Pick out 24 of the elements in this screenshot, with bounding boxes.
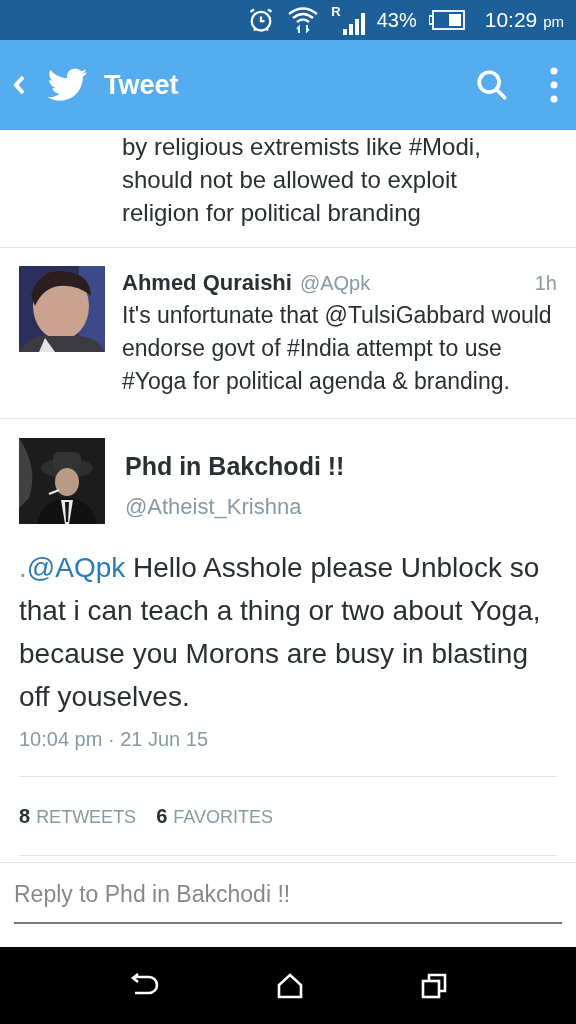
clock: 10:29 pm bbox=[484, 7, 564, 34]
stat-link[interactable]: 8 RETWEETS bbox=[19, 801, 137, 831]
more-icon bbox=[550, 67, 558, 103]
tweet-text: It's unfortunate that @TulsiGabbard would endorse govt of #India attempt to use #Yoga for political agenda & branding. bbox=[122, 301, 553, 396]
stat-link[interactable]: 6 FAVORITES bbox=[156, 801, 273, 831]
author-handle: @Atheist_Krishna bbox=[125, 492, 303, 521]
tweet-timestamp: 10:04 pm · 21 Jun 15 bbox=[19, 727, 209, 752]
tweet-text: by religious extremists like #Modi, should not be allowed to exploit religion for political branding bbox=[122, 132, 482, 228]
screen-title: Tweet bbox=[104, 68, 179, 102]
wifi-icon bbox=[287, 5, 320, 35]
author-name: Phd in Bakchodi !! bbox=[125, 451, 345, 482]
recent-apps-icon[interactable] bbox=[421, 972, 447, 999]
battery-icon bbox=[428, 10, 465, 30]
search-icon bbox=[475, 68, 509, 102]
author-name: Ahmed Quraishi bbox=[122, 269, 292, 297]
bird-icon bbox=[48, 68, 88, 102]
home-icon[interactable] bbox=[277, 972, 303, 999]
author-handle: @AQpk bbox=[299, 271, 371, 296]
tweet-age: 1h bbox=[534, 271, 557, 296]
battery-percent: 43% bbox=[376, 8, 417, 33]
reply-field[interactable]: Reply to Phd in Bakchodi !! bbox=[14, 877, 562, 924]
back-icon bbox=[12, 74, 26, 96]
tweet-text: .@AQpk Hello Asshole please Unblock so that i can teach a thing or two about Yoga, because you Morons are busy in blasting off youselves. bbox=[19, 551, 542, 714]
mention-link[interactable]: @AQpk bbox=[26, 552, 126, 583]
